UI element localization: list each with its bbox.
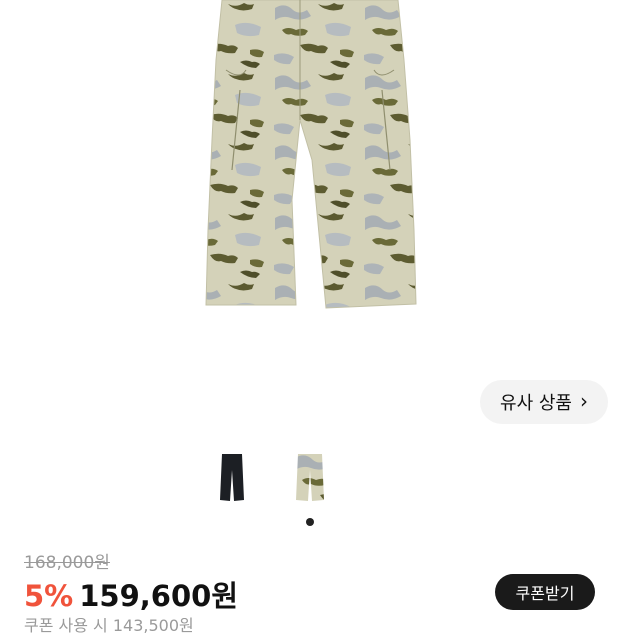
black-pants-thumb-icon <box>220 454 244 501</box>
original-price: 168,000원 <box>24 553 110 573</box>
color-swatch-camo[interactable] <box>290 450 330 506</box>
similar-products-button[interactable]: 유사 상품 › <box>480 380 608 424</box>
camo-pants-illustration <box>205 0 417 309</box>
product-hero-image[interactable] <box>0 0 620 370</box>
price-row: 5% 159,600원 <box>24 573 238 615</box>
discount-rate: 5% <box>24 579 74 613</box>
chevron-right-icon: › <box>579 389 588 413</box>
coupon-price-note: 쿠폰 사용 시 143,500원 <box>24 616 194 635</box>
similar-products-label: 유사 상품 <box>500 393 572 414</box>
get-coupon-button[interactable]: 쿠폰받기 <box>495 574 595 610</box>
sale-price: 159,600원 <box>79 579 239 613</box>
camo-pants-thumb-icon <box>296 454 324 501</box>
color-swatch-black[interactable] <box>212 450 252 506</box>
carousel-indicator-dot <box>306 518 314 526</box>
